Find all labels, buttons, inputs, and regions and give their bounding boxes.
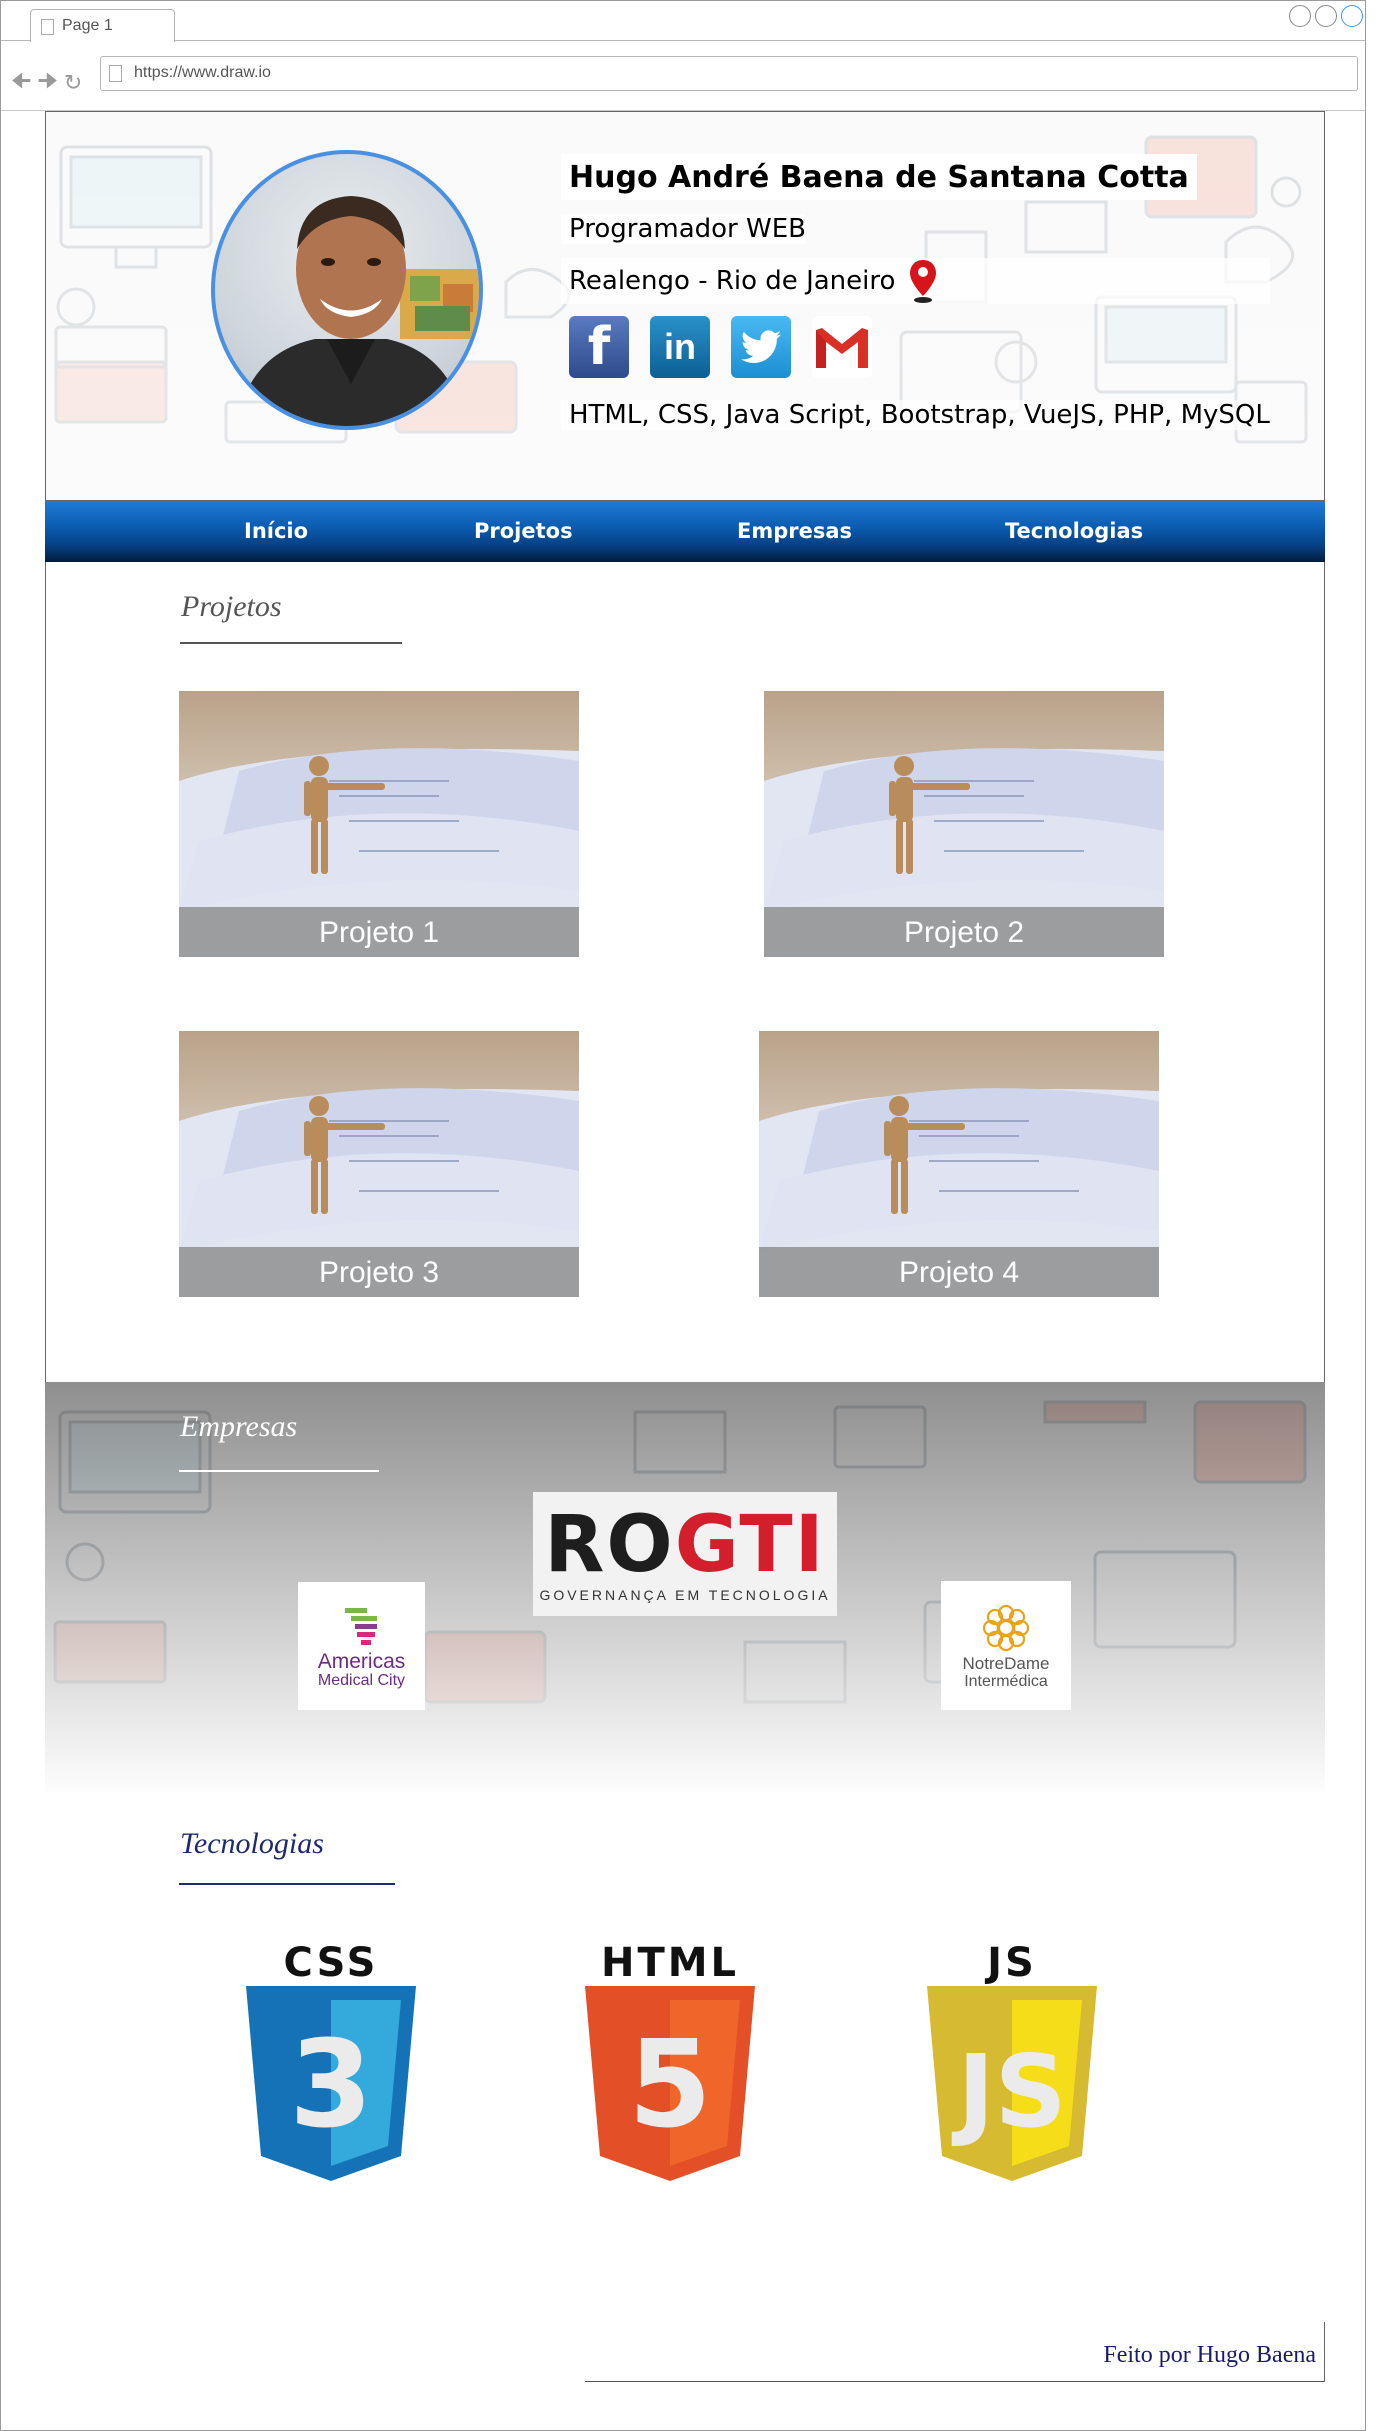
profile-role: Programador WEB	[561, 214, 806, 244]
menu-item-projetos[interactable]: Projetos	[474, 519, 573, 543]
browser-window: Page 1 🠈 🠊 ↻ https://www.draw.io Hugo An…	[0, 0, 1366, 2431]
footer-text: Feito por Hugo Baena	[1103, 2342, 1316, 2368]
main-menu: Início Projetos Empresas Tecnologias	[45, 501, 1325, 562]
css-label: CSS	[283, 1940, 379, 1986]
reload-icon[interactable]: ↻	[64, 70, 82, 96]
twitter-icon[interactable]	[731, 316, 791, 378]
html5-shield-icon: 5	[585, 1986, 755, 2181]
project-caption: Projeto 4	[759, 1247, 1159, 1297]
url-text: https://www.draw.io	[134, 64, 271, 81]
menu-item-tecnologias[interactable]: Tecnologias	[1005, 519, 1143, 543]
nav-buttons: 🠈 🠊 ↻	[11, 64, 82, 102]
project-card-2[interactable]: Projeto 2	[764, 691, 1164, 957]
profile-skills: HTML, CSS, Java Script, Bootstrap, VueJS…	[561, 400, 1270, 430]
companies-title: Empresas	[180, 1410, 298, 1443]
js-number: JS	[951, 2033, 1066, 2150]
page-icon	[41, 19, 54, 35]
profile-name: Hugo André Baena de Santana Cotta	[561, 154, 1197, 200]
project-caption: Projeto 1	[179, 907, 579, 957]
projects-title-underline	[180, 642, 402, 644]
company-logo-notredame: NotreDame Intermédica	[941, 1581, 1071, 1710]
rogti-wordmark: ROGTI	[544, 1500, 826, 1590]
americas-emblem-icon	[344, 1608, 377, 1645]
css3-logo: CSS 3	[241, 1940, 421, 2191]
menu-item-inicio[interactable]: Início	[244, 519, 308, 543]
projects-title: Projetos	[181, 590, 282, 623]
profile-photo	[211, 150, 483, 430]
facebook-icon[interactable]: f	[569, 316, 629, 378]
technologies-title-underline	[179, 1883, 395, 1885]
close-button[interactable]	[1341, 5, 1363, 27]
notredame-sub: Intermédica	[964, 1672, 1048, 1690]
css-number: 3	[289, 2016, 373, 2155]
company-logo-americas: Americas Medical City	[298, 1582, 425, 1710]
americas-name: Americas	[317, 1650, 406, 1673]
footer: Feito por Hugo Baena	[585, 2322, 1325, 2382]
profile-header: Hugo André Baena de Santana Cotta Progra…	[45, 111, 1325, 501]
project-card-4[interactable]: Projeto 4	[759, 1031, 1159, 1297]
window-controls	[1289, 5, 1363, 27]
url-field[interactable]: https://www.draw.io	[100, 56, 1358, 91]
html5-logo: HTML 5	[580, 1940, 760, 2191]
companies-title-underline	[179, 1470, 379, 1472]
social-links: f in	[561, 316, 1270, 378]
notredame-flower-icon	[982, 1604, 1030, 1651]
maximize-button[interactable]	[1315, 5, 1337, 27]
tab-title: Page 1	[62, 17, 113, 34]
html-label: HTML	[600, 1940, 740, 1986]
tab-bar: Page 1	[1, 1, 1365, 42]
gmail-icon[interactable]	[812, 316, 872, 378]
html-number: 5	[628, 2016, 712, 2155]
technologies-title: Tecnologias	[180, 1827, 324, 1860]
address-bar: 🠈 🠊 ↻ https://www.draw.io	[1, 41, 1365, 111]
profile-location: Realengo - Rio de Janeiro	[561, 258, 1270, 304]
page-icon	[109, 65, 122, 82]
location-text: Realengo - Rio de Janeiro	[569, 266, 896, 296]
minimize-button[interactable]	[1289, 5, 1311, 27]
project-caption: Projeto 2	[764, 907, 1164, 957]
rogti-tagline: GOVERNANÇA EM TECNOLOGIA	[539, 1587, 831, 1603]
linkedin-icon[interactable]: in	[650, 316, 710, 378]
project-card-3[interactable]: Projeto 3	[179, 1031, 579, 1297]
companies-section: Empresas ROGTI GOVERNANÇA EM TECNOLOGIA …	[45, 1382, 1325, 1792]
js-logo: JS JS	[922, 1940, 1102, 2191]
menu-item-empresas[interactable]: Empresas	[737, 519, 852, 543]
company-logo-rogti: ROGTI GOVERNANÇA EM TECNOLOGIA	[533, 1492, 837, 1616]
forward-arrow-icon[interactable]: 🠊	[37, 64, 57, 102]
americas-sub: Medical City	[317, 1672, 406, 1689]
map-pin-icon	[910, 260, 937, 303]
profile-info: Hugo André Baena de Santana Cotta Progra…	[561, 154, 1270, 430]
js-label: JS	[987, 1940, 1037, 1986]
js-shield-icon: JS	[927, 1986, 1097, 2181]
notredame-name: NotreDame	[962, 1653, 1050, 1673]
css3-shield-icon: 3	[246, 1986, 416, 2181]
projects-section: Projetos Projeto 1 Projeto 2 Projeto 3 P…	[45, 562, 1325, 1382]
project-card-1[interactable]: Projeto 1	[179, 691, 579, 957]
website: Hugo André Baena de Santana Cotta Progra…	[45, 111, 1325, 2430]
browser-tab[interactable]: Page 1	[30, 9, 175, 42]
project-caption: Projeto 3	[179, 1247, 579, 1297]
back-arrow-icon[interactable]: 🠈	[11, 64, 31, 102]
